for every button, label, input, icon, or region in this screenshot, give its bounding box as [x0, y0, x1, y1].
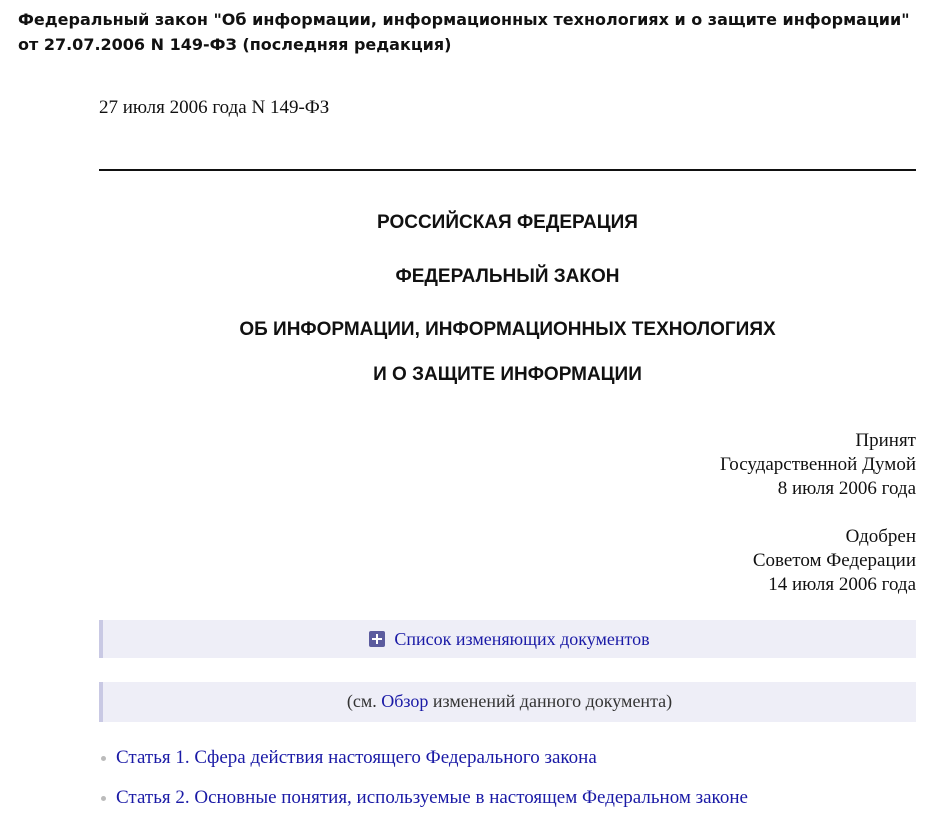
toc-link-article-2[interactable]: Статья 2. Основные понятия, используемые…: [116, 787, 748, 808]
adoption-line: Государственной Думой: [719, 454, 916, 475]
approval-line: Советом Федерации: [752, 550, 916, 571]
overview-suffix: изменений данного документа): [428, 691, 673, 711]
heading-country: РОССИЙСКАЯ ФЕДЕРАЦИЯ: [377, 212, 638, 233]
plus-square-icon[interactable]: [369, 631, 386, 647]
approval-block: Одобрен Советом Федерации 14 июля 2006 г…: [600, 525, 916, 597]
toc-link-article-1[interactable]: Статья 1. Сфера действия настоящего Феде…: [116, 747, 597, 768]
divider: [99, 169, 916, 171]
table-of-contents: Статья 1. Сфера действия настоящего Феде…: [99, 746, 916, 826]
toc-item: Статья 1. Сфера действия настоящего Феде…: [99, 746, 916, 786]
overview-link[interactable]: Обзор: [381, 691, 428, 711]
adoption-block: Принят Государственной Думой 8 июля 2006…: [600, 429, 916, 501]
bullet-icon: [101, 796, 106, 802]
toc-item: Статья 2. Основные понятия, используемые…: [99, 786, 916, 826]
heading-law-type: ФЕДЕРАЛЬНЫЙ ЗАКОН: [395, 266, 620, 287]
heading-law-name-line2: И О ЗАЩИТЕ ИНФОРМАЦИИ: [373, 364, 642, 385]
overview-prefix: (см.: [346, 691, 382, 711]
overview-box: (см. Обзор изменений данного документа): [99, 682, 916, 722]
heading-law-name-line1: ОБ ИНФОРМАЦИИ, ИНФОРМАЦИОННЫХ ТЕХНОЛОГИЯ…: [239, 319, 776, 340]
amendments-box[interactable]: Список изменяющих документов: [99, 620, 916, 658]
adoption-date: 8 июля 2006 года: [777, 478, 916, 499]
approval-line: Одобрен: [845, 526, 916, 547]
bullet-icon: [101, 756, 106, 762]
page-title: Федеральный закон "Об информации, информ…: [18, 10, 910, 54]
approval-date: 14 июля 2006 года: [768, 574, 916, 595]
adoption-line: Принят: [855, 430, 916, 451]
document-date-number: 27 июля 2006 года N 149-ФЗ: [99, 97, 330, 118]
amendments-link[interactable]: Список изменяющих документов: [394, 629, 649, 649]
